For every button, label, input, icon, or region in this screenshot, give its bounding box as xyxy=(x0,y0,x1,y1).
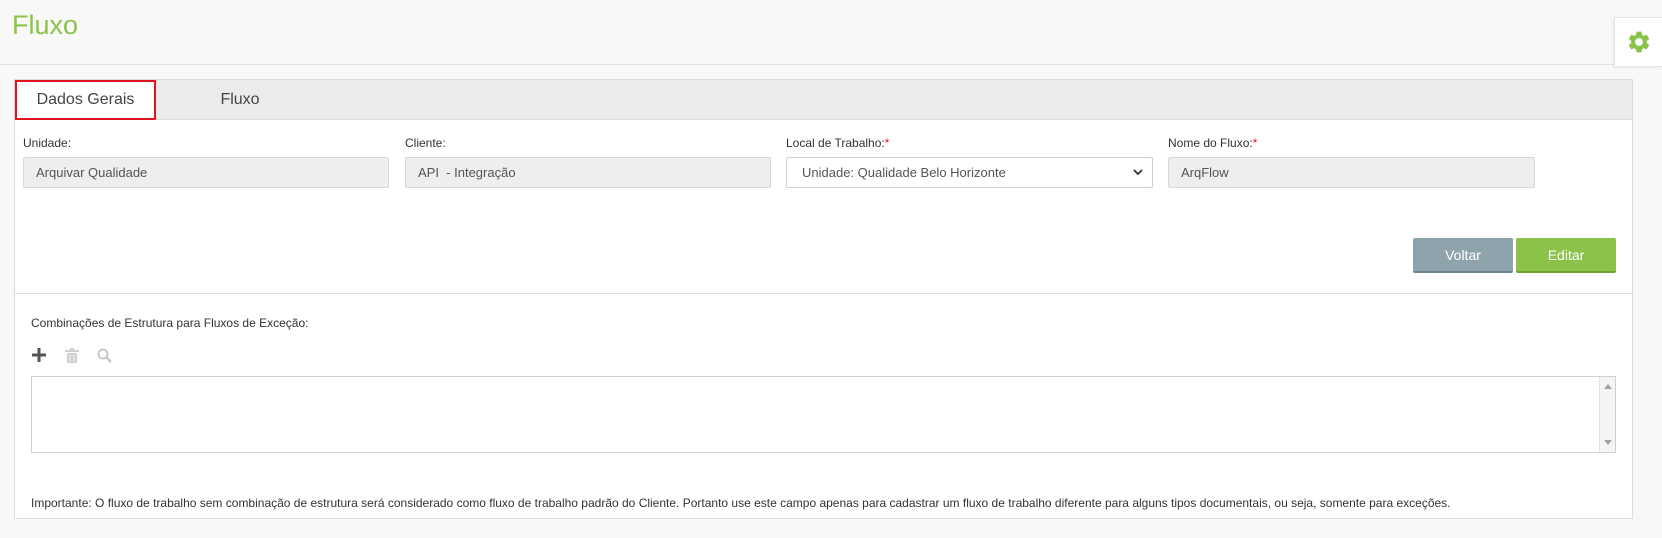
local-value: Unidade: Qualidade Belo Horizonte xyxy=(802,165,1006,180)
exceptions-label: Combinações de Estrutura para Fluxos de … xyxy=(31,316,309,330)
tab-bar: Dados Gerais Fluxo xyxy=(15,80,1632,120)
main-panel: Dados Gerais Fluxo Unidade: Arquivar Qua… xyxy=(14,79,1633,519)
gear-icon xyxy=(1628,31,1649,53)
delete-button[interactable] xyxy=(63,346,81,364)
search-button[interactable] xyxy=(95,346,113,364)
required-mark: * xyxy=(1252,136,1258,150)
cliente-field[interactable]: API - Integração xyxy=(405,157,771,188)
cliente-label: Cliente: xyxy=(405,136,446,150)
nome-label: Nome do Fluxo:* xyxy=(1168,136,1257,150)
cliente-label-text: Cliente: xyxy=(405,136,446,150)
unidade-label-text: Unidade: xyxy=(23,136,72,150)
scroll-up-arrow-icon[interactable] xyxy=(1604,384,1612,389)
editar-button[interactable]: Editar xyxy=(1516,238,1616,273)
search-icon xyxy=(97,348,112,363)
local-select[interactable]: Unidade: Qualidade Belo Horizonte xyxy=(786,157,1153,188)
voltar-button[interactable]: Voltar xyxy=(1413,238,1513,273)
tab-fluxo[interactable]: Fluxo xyxy=(175,80,305,120)
unidade-field[interactable]: Arquivar Qualidade xyxy=(23,157,389,188)
add-button[interactable] xyxy=(30,346,48,364)
required-mark: * xyxy=(884,136,890,150)
cliente-value: API - Integração xyxy=(418,165,516,180)
nome-label-text: Nome do Fluxo: xyxy=(1168,136,1253,150)
nome-field[interactable]: ArqFlow xyxy=(1168,157,1535,188)
scroll-down-arrow-icon[interactable] xyxy=(1604,440,1612,445)
page-header: Fluxo xyxy=(0,0,1662,65)
unidade-label: Unidade: xyxy=(23,136,71,150)
nome-value: ArqFlow xyxy=(1181,165,1229,180)
exceptions-grid[interactable] xyxy=(31,376,1616,453)
page-title: Fluxo xyxy=(12,10,79,40)
unidade-value: Arquivar Qualidade xyxy=(36,165,148,180)
section-divider xyxy=(15,293,1632,294)
tab-dados-gerais[interactable]: Dados Gerais xyxy=(15,80,156,120)
important-note: Importante: O fluxo de trabalho sem comb… xyxy=(31,496,1451,510)
plus-icon xyxy=(32,348,46,362)
settings-button[interactable] xyxy=(1614,17,1662,67)
local-label: Local de Trabalho:* xyxy=(786,136,889,150)
trash-icon xyxy=(65,347,79,363)
chevron-down-icon xyxy=(1133,169,1143,176)
local-label-text: Local de Trabalho: xyxy=(786,136,885,150)
grid-scrollbar[interactable] xyxy=(1599,377,1615,452)
